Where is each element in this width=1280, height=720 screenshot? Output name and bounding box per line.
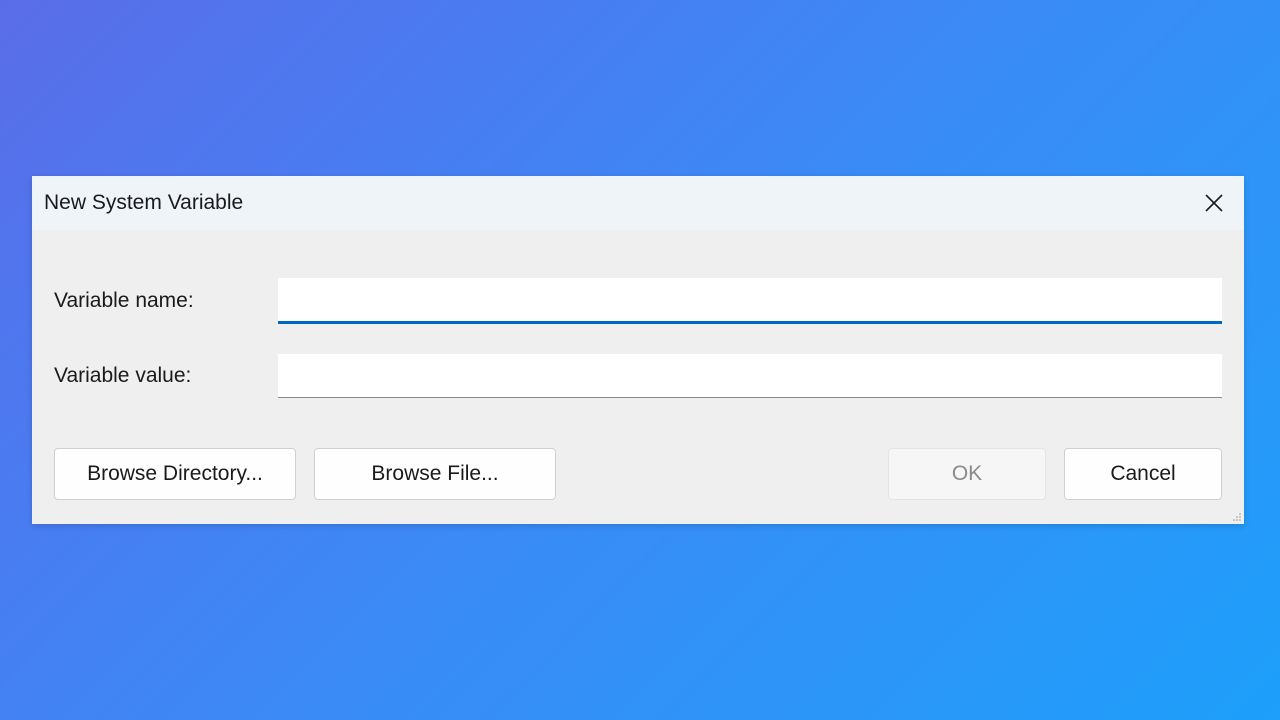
variable-name-input[interactable] <box>278 278 1222 324</box>
dialog-titlebar: New System Variable <box>32 176 1244 230</box>
variable-value-label: Variable value: <box>54 364 278 388</box>
variable-value-row: Variable value: <box>54 354 1222 398</box>
ok-button[interactable]: OK <box>888 448 1046 500</box>
variable-name-row: Variable name: <box>54 278 1222 324</box>
button-spacer <box>574 448 870 500</box>
resize-grip-icon <box>1232 512 1242 522</box>
dialog-title: New System Variable <box>44 191 243 215</box>
browse-file-button[interactable]: Browse File... <box>314 448 556 500</box>
dialog-content: Variable name: Variable value: <box>32 230 1244 398</box>
variable-value-input[interactable] <box>278 354 1222 398</box>
dialog-button-row: Browse Directory... Browse File... OK Ca… <box>32 428 1244 524</box>
close-button[interactable] <box>1200 189 1228 217</box>
cancel-button[interactable]: Cancel <box>1064 448 1222 500</box>
variable-name-label: Variable name: <box>54 289 278 313</box>
resize-grip[interactable] <box>1232 512 1242 522</box>
new-system-variable-dialog: New System Variable Variable name: Varia… <box>32 176 1244 524</box>
browse-directory-button[interactable]: Browse Directory... <box>54 448 296 500</box>
close-icon <box>1204 193 1224 213</box>
